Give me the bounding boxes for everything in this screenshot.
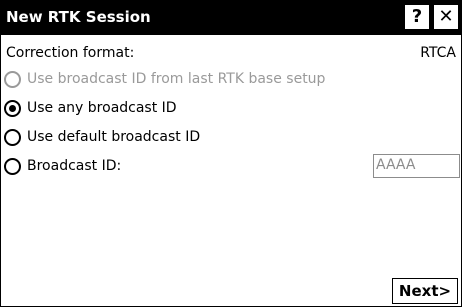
close-button[interactable]: ✕ xyxy=(433,4,459,30)
correction-format-row: Correction format: RTCA xyxy=(6,45,458,65)
radio-button[interactable] xyxy=(4,129,21,146)
broadcast-id-input[interactable]: AAAA xyxy=(373,154,460,178)
radio-button[interactable] xyxy=(4,158,21,175)
title-bar: New RTK Session ? ✕ xyxy=(1,1,461,35)
option-label: Use broadcast ID from last RTK base setu… xyxy=(27,71,326,87)
next-button[interactable]: Next> xyxy=(392,278,458,304)
option-label: Broadcast ID: xyxy=(27,158,122,174)
option-last-base-id: Use broadcast ID from last RTK base setu… xyxy=(4,70,364,92)
radio-button[interactable] xyxy=(4,100,21,117)
option-label: Use any broadcast ID xyxy=(27,100,177,116)
help-button[interactable]: ? xyxy=(404,4,430,30)
radio-button xyxy=(4,71,21,88)
option-broadcast-id[interactable]: Broadcast ID: xyxy=(4,157,364,179)
dialog-window: New RTK Session ? ✕ Correction format: R… xyxy=(0,0,462,307)
option-any-broadcast-id[interactable]: Use any broadcast ID xyxy=(4,99,364,121)
option-default-broadcast-id[interactable]: Use default broadcast ID xyxy=(4,128,364,150)
window-title: New RTK Session xyxy=(6,8,151,26)
radio-selected-dot xyxy=(9,105,16,112)
option-label: Use default broadcast ID xyxy=(27,129,201,145)
correction-format-value: RTCA xyxy=(420,45,456,61)
correction-format-label: Correction format: xyxy=(6,45,135,61)
